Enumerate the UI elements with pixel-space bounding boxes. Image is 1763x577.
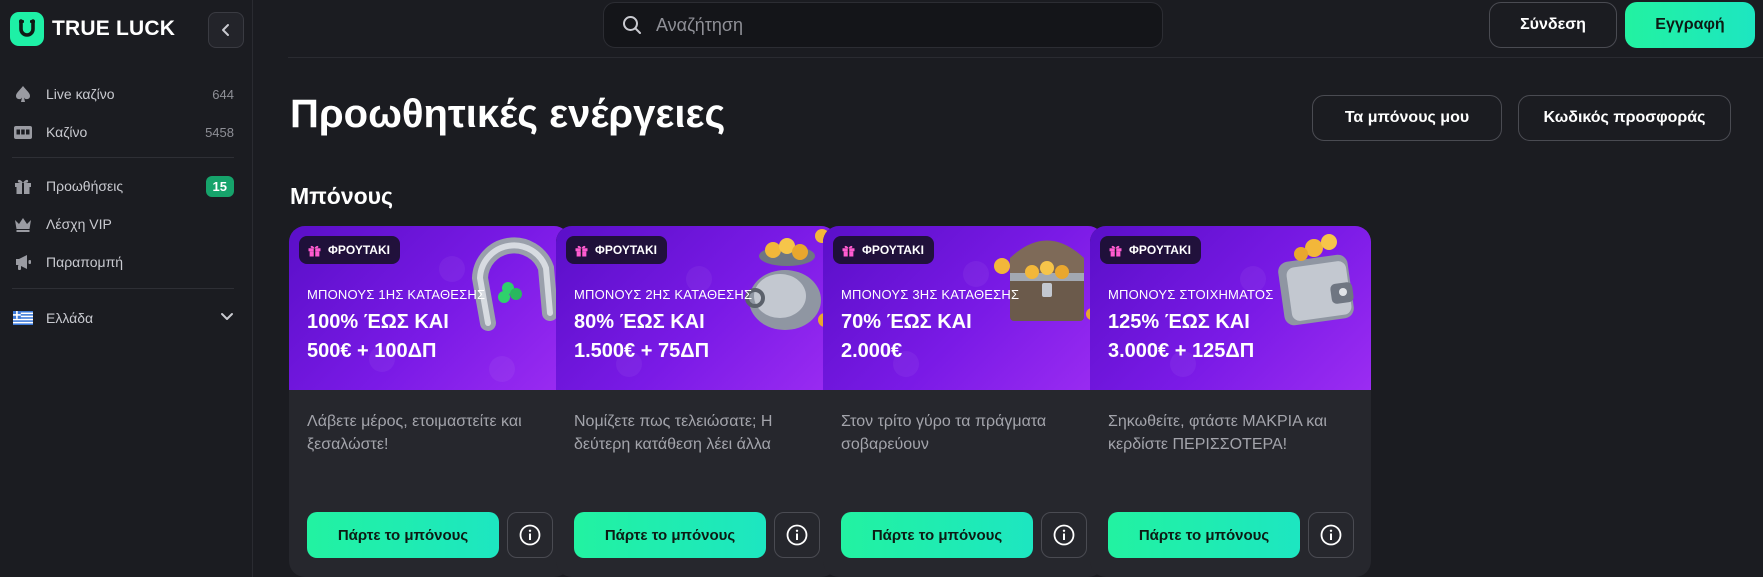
bonus-headline: 100% ΈΩΣ ΚΑΙ 500€ + 100ΔΠ [307, 308, 507, 366]
sidebar-item-label: Καζίνο [46, 124, 88, 140]
bonus-tag: ΦΡΟΥΤΑΚΙ [299, 236, 400, 264]
bonus-headline-line1: 80% ΈΩΣ ΚΑΙ [574, 311, 705, 333]
gift-icon [308, 245, 321, 256]
sidebar-item-count: 5458 [205, 124, 234, 140]
sidebar-item-promotions[interactable]: Προωθήσεις 15 [12, 171, 234, 201]
bonus-tag: ΦΡΟΥΤΑΚΙ [1100, 236, 1201, 264]
bonus-headline-line2: 3.000€ + 125ΔΠ [1108, 340, 1255, 362]
bonus-subtitle: ΜΠΟΝΟΥΣ 2ΗΣ ΚΑΤΑΘΕΣΗΣ [574, 287, 753, 302]
bonus-description: Λάβετε μέρος, ετοιμαστείτε και ξεσαλώστε… [307, 413, 522, 453]
promo-code-button[interactable]: Κωδικός προσφοράς [1518, 95, 1731, 141]
bonus-headline: 125% ΈΩΣ ΚΑΙ 3.000€ + 125ΔΠ [1108, 308, 1308, 366]
main-content: Σύνδεση Εγγραφή Προωθητικές ενέργειες Τα… [253, 0, 1763, 577]
sidebar: TRUE LUCK Live καζίνο 644 Καζίνο 5458 Πρ… [0, 0, 253, 577]
bonus-card-banner: ΦΡΟΥΤΑΚΙ ΜΠΟΝΟΥΣ 3ΗΣ ΚΑΤΑΘΕΣΗΣ 70% ΈΩΣ Κ… [823, 226, 1104, 390]
bonus-tag-label: ΦΡΟΥΤΑΚΙ [328, 243, 390, 257]
bonus-description: Νομίζετε πως τελειώσατε; Η δεύτερη κατάθ… [574, 413, 773, 453]
bonus-card-banner: ΦΡΟΥΤΑΚΙ ΜΠΟΝΟΥΣ 1ΗΣ ΚΑΤΑΘΕΣΗΣ 100% ΈΩΣ … [289, 226, 570, 390]
sidebar-item-vip-club[interactable]: Λέσχη VIP [12, 209, 234, 239]
slot-machine-icon [12, 121, 34, 143]
bonus-info-button[interactable] [774, 512, 820, 558]
sidebar-divider [12, 288, 234, 289]
my-bonuses-button[interactable]: Τα μπόνους μου [1312, 95, 1502, 141]
search-input[interactable] [656, 14, 1116, 36]
gift-icon [575, 245, 588, 256]
bonus-subtitle: ΜΠΟΝΟΥΣ 3ΗΣ ΚΑΤΑΘΕΣΗΣ [841, 287, 1020, 302]
bonus-info-button[interactable] [1308, 512, 1354, 558]
bonus-headline-line1: 100% ΈΩΣ ΚΑΙ [307, 311, 449, 333]
bonus-card: ΦΡΟΥΤΑΚΙ ΜΠΟΝΟΥΣ 3ΗΣ ΚΑΤΑΘΕΣΗΣ 70% ΈΩΣ Κ… [823, 226, 1104, 577]
search-bar[interactable] [603, 2, 1163, 48]
page-title: Προωθητικές ενέργειες [290, 92, 726, 136]
login-button[interactable]: Σύνδεση [1489, 2, 1617, 48]
sidebar-divider [12, 157, 234, 158]
bonus-card-banner: ΦΡΟΥΤΑΚΙ ΜΠΟΝΟΥΣ 2ΗΣ ΚΑΤΑΘΕΣΗΣ 80% ΈΩΣ Κ… [556, 226, 837, 390]
bonus-subtitle: ΜΠΟΝΟΥΣ 1ΗΣ ΚΑΤΑΘΕΣΗΣ [307, 287, 486, 302]
claim-bonus-button[interactable]: Πάρτε το μπόνους [574, 512, 766, 558]
sidebar-item-count: 644 [212, 86, 234, 102]
bonus-card: ΦΡΟΥΤΑΚΙ ΜΠΟΝΟΥΣ 1ΗΣ ΚΑΤΑΘΕΣΗΣ 100% ΈΩΣ … [289, 226, 570, 577]
language-label: Ελλάδα [46, 310, 94, 326]
sidebar-item-referral[interactable]: Παραπομπή [12, 247, 234, 277]
claim-bonus-button[interactable]: Πάρτε το μπόνους [841, 512, 1033, 558]
info-icon [786, 524, 808, 546]
bonus-info-button[interactable] [1041, 512, 1087, 558]
brand[interactable]: TRUE LUCK [10, 12, 175, 46]
bonus-tag-label: ΦΡΟΥΤΑΚΙ [862, 243, 924, 257]
promotions-count-badge: 15 [205, 175, 234, 197]
sidebar-item-casino[interactable]: Καζίνο 5458 [12, 117, 234, 147]
language-selector[interactable]: Ελλάδα [12, 303, 234, 333]
bonus-headline-line2: 500€ + 100ΔΠ [307, 340, 437, 362]
search-icon [623, 16, 641, 34]
bonus-tag: ΦΡΟΥΤΑΚΙ [566, 236, 667, 264]
bonus-info-button[interactable] [507, 512, 553, 558]
claim-bonus-button[interactable]: Πάρτε το μπόνους [307, 512, 499, 558]
bonus-description: Στον τρίτο γύρο τα πράγματα σοβαρεύουν [841, 413, 1047, 453]
bonus-tag-label: ΦΡΟΥΤΑΚΙ [595, 243, 657, 257]
bonus-description: Σηκωθείτε, φτάστε ΜΑΚΡΙΑ και κερδίστε ΠΕ… [1108, 413, 1327, 453]
bonus-card: ΦΡΟΥΤΑΚΙ ΜΠΟΝΟΥΣ 2ΗΣ ΚΑΤΑΘΕΣΗΣ 80% ΈΩΣ Κ… [556, 226, 837, 577]
spade-icon [12, 83, 34, 105]
sidebar-item-label: Live καζίνο [46, 86, 115, 102]
sidebar-item-label: Λέσχη VIP [46, 216, 112, 232]
bonus-headline: 80% ΈΩΣ ΚΑΙ 1.500€ + 75ΔΠ [574, 308, 774, 366]
gift-icon [1109, 245, 1122, 256]
gift-icon [12, 175, 34, 197]
chevron-down-icon [220, 309, 234, 328]
bonus-subtitle: ΜΠΟΝΟΥΣ ΣΤΟΙΧΗΜΑΤΟΣ [1108, 287, 1274, 302]
collapse-sidebar-button[interactable] [208, 12, 244, 48]
section-title: Μπόνους [290, 183, 394, 209]
claim-bonus-button[interactable]: Πάρτε το μπόνους [1108, 512, 1300, 558]
info-icon [1320, 524, 1342, 546]
bonus-headline-line1: 125% ΈΩΣ ΚΑΙ [1108, 311, 1250, 333]
sidebar-item-label: Προωθήσεις [46, 178, 124, 194]
megaphone-icon [12, 251, 34, 273]
bonus-headline: 70% ΈΩΣ ΚΑΙ 2.000€ [841, 308, 1041, 366]
bonus-headline-line1: 70% ΈΩΣ ΚΑΙ [841, 311, 972, 333]
bonus-headline-line2: 2.000€ [841, 340, 903, 362]
brand-name: TRUE LUCK [52, 17, 176, 40]
bonus-tag-label: ΦΡΟΥΤΑΚΙ [1129, 243, 1191, 257]
header-divider [288, 57, 1763, 58]
bonus-card: ΦΡΟΥΤΑΚΙ ΜΠΟΝΟΥΣ ΣΤΟΙΧΗΜΑΤΟΣ 125% ΈΩΣ ΚΑ… [1090, 226, 1371, 577]
gift-icon [842, 245, 855, 256]
bonus-headline-line2: 1.500€ + 75ΔΠ [574, 340, 710, 362]
sidebar-item-label: Παραπομπή [46, 254, 124, 270]
bonus-card-banner: ΦΡΟΥΤΑΚΙ ΜΠΟΝΟΥΣ ΣΤΟΙΧΗΜΑΤΟΣ 125% ΈΩΣ ΚΑ… [1090, 226, 1371, 390]
info-icon [1053, 524, 1075, 546]
greece-flag-icon [12, 307, 34, 329]
sidebar-item-live-casino[interactable]: Live καζίνο 644 [12, 79, 234, 109]
bonus-tag: ΦΡΟΥΤΑΚΙ [833, 236, 934, 264]
register-button[interactable]: Εγγραφή [1625, 2, 1755, 48]
info-icon [519, 524, 541, 546]
app-root: TRUE LUCK Live καζίνο 644 Καζίνο 5458 Πρ… [0, 0, 1763, 577]
chevron-left-icon [222, 24, 229, 36]
horseshoe-logo-icon [10, 12, 44, 46]
crown-icon [12, 213, 34, 235]
